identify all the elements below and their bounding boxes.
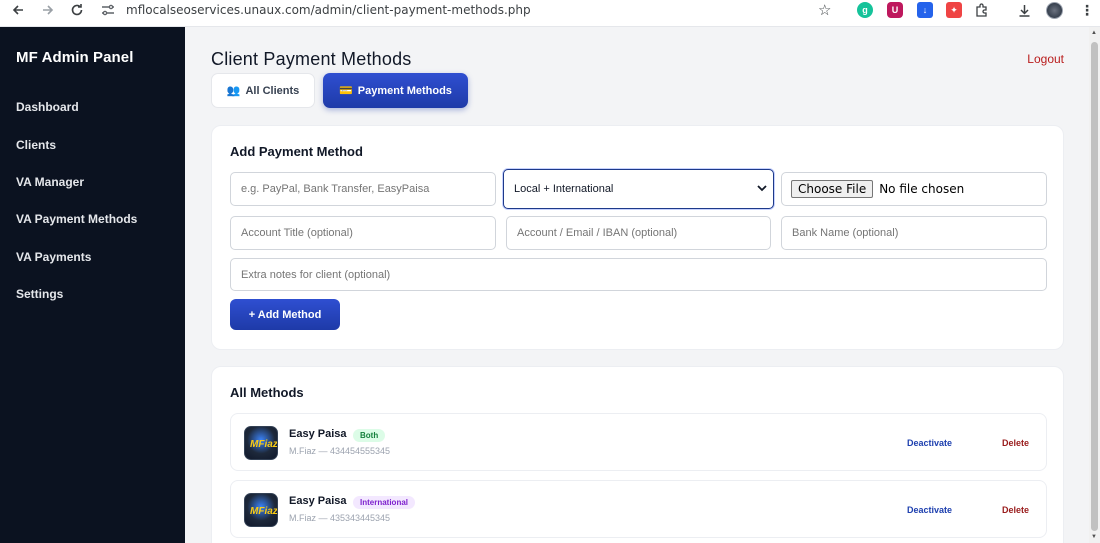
logo-file-input[interactable]: Choose File No file chosen <box>781 172 1047 206</box>
method-detail: M.Fiaz — 435343445345 <box>289 513 391 523</box>
status-badge: International <box>353 496 416 509</box>
scope-select-value: Local + International <box>514 183 614 195</box>
forward-icon[interactable] <box>35 0 61 20</box>
extension-download-helper-icon[interactable]: ↓ <box>917 2 933 18</box>
account-title-input[interactable] <box>230 216 496 250</box>
method-name-input[interactable] <box>230 172 496 206</box>
all-methods-card: All Methods MFiaz Easy Paisa Both M.Fiaz… <box>211 366 1064 543</box>
sidebar-item-va-payments[interactable]: VA Payments <box>16 250 91 264</box>
scroll-down-icon[interactable]: ▼ <box>1091 534 1097 540</box>
add-method-button[interactable]: + Add Method <box>230 299 340 330</box>
delete-button[interactable]: Delete <box>1002 438 1029 448</box>
method-name: Easy Paisa <box>289 428 347 440</box>
chevron-down-icon <box>757 184 767 195</box>
scrollbar-thumb[interactable] <box>1091 42 1098 531</box>
tab-all-clients[interactable]: 👥 All Clients <box>211 73 315 108</box>
extensions-icon[interactable] <box>974 0 989 20</box>
scroll-up-icon[interactable]: ▲ <box>1091 30 1097 36</box>
credit-card-icon: 💳 <box>339 85 353 97</box>
add-method-card: Add Payment Method Local + International… <box>211 125 1064 350</box>
brand-title: MF Admin Panel <box>16 49 134 66</box>
scope-select[interactable]: Local + International <box>503 169 774 209</box>
sidebar-item-dashboard[interactable]: Dashboard <box>16 100 79 114</box>
address-bar[interactable]: mflocalseoservices.unaux.com/admin/clien… <box>98 0 843 20</box>
file-status: No file chosen <box>879 182 965 196</box>
status-badge: Both <box>353 429 386 442</box>
extension-puzzle-red-icon[interactable]: ✦ <box>946 2 962 18</box>
tab-label: All Clients <box>245 84 300 97</box>
list-item: MFiaz Easy Paisa Both M.Fiaz — 434454555… <box>230 413 1047 471</box>
profile-avatar[interactable] <box>1046 0 1063 20</box>
back-icon[interactable] <box>5 0 31 20</box>
deactivate-button[interactable]: Deactivate <box>907 438 952 448</box>
extension-ublock-icon[interactable]: U <box>887 2 903 18</box>
add-method-title: Add Payment Method <box>230 144 363 159</box>
sidebar-item-clients[interactable]: Clients <box>16 138 56 152</box>
method-name: Easy Paisa <box>289 495 347 507</box>
logout-link[interactable]: Logout <box>1027 52 1064 66</box>
deactivate-button[interactable]: Deactivate <box>907 505 952 515</box>
method-logo: MFiaz <box>244 493 278 527</box>
bank-name-input[interactable] <box>781 216 1047 250</box>
reload-icon[interactable] <box>64 0 90 20</box>
method-detail: M.Fiaz — 434454555345 <box>289 446 391 456</box>
site-settings-icon[interactable] <box>98 4 118 16</box>
browser-toolbar: mflocalseoservices.unaux.com/admin/clien… <box>0 0 1100 27</box>
delete-button[interactable]: Delete <box>1002 505 1029 515</box>
tab-payment-methods[interactable]: 💳 Payment Methods <box>323 73 468 108</box>
sidebar-item-settings[interactable]: Settings <box>16 287 63 301</box>
download-icon[interactable] <box>1017 0 1032 20</box>
all-methods-title: All Methods <box>230 385 304 400</box>
extension-grammarly-icon[interactable]: g <box>857 2 873 18</box>
users-icon: 👥 <box>226 85 241 97</box>
sidebar: MF Admin Panel Dashboard Clients VA Mana… <box>0 27 185 543</box>
sidebar-item-va-manager[interactable]: VA Manager <box>16 175 84 189</box>
choose-file-button[interactable]: Choose File <box>791 180 874 198</box>
star-icon[interactable]: ☆ <box>818 1 831 19</box>
page-scrollbar[interactable]: ▲ ▼ <box>1089 27 1100 543</box>
account-number-input[interactable] <box>506 216 771 250</box>
tab-label: Payment Methods <box>357 84 452 97</box>
url-text[interactable]: mflocalseoservices.unaux.com/admin/clien… <box>126 3 531 17</box>
method-logo: MFiaz <box>244 426 278 460</box>
sidebar-item-va-payment-methods[interactable]: VA Payment Methods <box>16 212 137 226</box>
notes-input[interactable] <box>230 258 1047 291</box>
list-item: MFiaz Easy Paisa International M.Fiaz — … <box>230 480 1047 538</box>
page-title: Client Payment Methods <box>211 49 412 69</box>
menu-icon[interactable]: ⋮ <box>1080 0 1094 20</box>
